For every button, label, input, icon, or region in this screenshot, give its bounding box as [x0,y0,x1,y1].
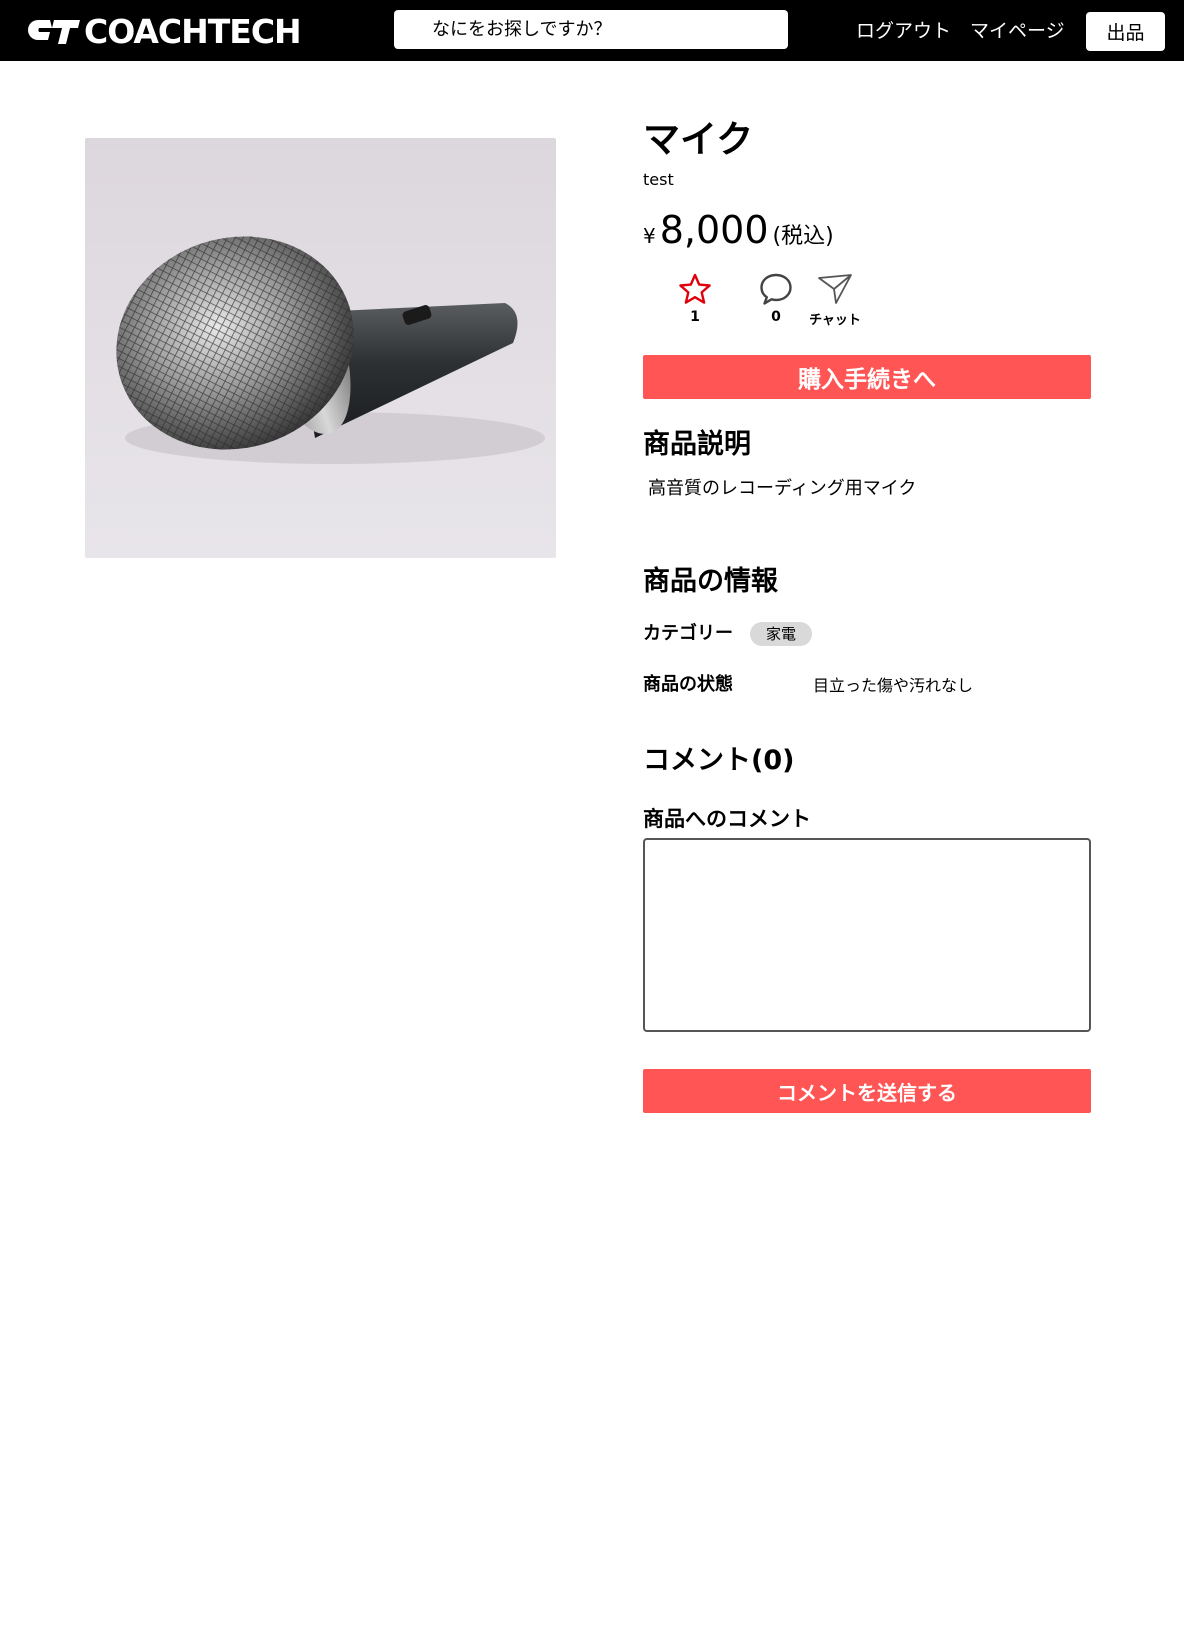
star-icon [679,273,711,304]
product-title: マイク [643,118,754,161]
category-label: カテゴリー [643,623,733,644]
product-image [85,138,556,558]
like-count: 1 [690,309,700,325]
microphone-image [116,236,545,464]
sell-button[interactable]: 出品 [1086,12,1165,51]
product-price: ¥ 8,000 (税込) [643,205,834,255]
chat-label: チャット [809,313,861,328]
logout-link[interactable]: ログアウト [856,18,951,44]
chat-button[interactable]: チャット [800,272,870,330]
ct-logo-mark-icon [28,20,80,44]
comment-textarea[interactable] [643,838,1091,1032]
coachtech-logo[interactable]: COACHTECH [28,12,302,52]
comment-count: 0 [771,309,781,325]
speech-bubble-icon [760,273,792,305]
comment-count-button[interactable]: 0 [755,272,797,326]
category-badge: 家電 [750,622,813,646]
logo-text: COACHTECH [84,12,302,51]
search-input[interactable] [394,10,788,49]
comments-heading: コメント(0) [643,745,795,776]
condition-value: 目立った傷や汚れなし [813,676,974,695]
purchase-button[interactable]: 購入手続きへ [643,355,1091,399]
comment-form-label: 商品へのコメント [643,807,811,831]
info-heading: 商品の情報 [643,566,778,597]
description-heading: 商品説明 [643,429,751,460]
send-plane-icon [818,274,852,304]
site-header: COACHTECH ログアウト マイページ 出品 [0,0,1184,61]
tax-note: (税込) [772,224,834,249]
condition-label: 商品の状態 [643,674,733,695]
description-text: 高音質のレコーディング用マイク [648,478,917,499]
currency-symbol: ¥ [643,224,656,248]
product-brand: test [643,170,674,189]
like-button[interactable]: 1 [674,272,716,326]
price-value: 8,000 [659,208,769,252]
mypage-link[interactable]: マイページ [970,18,1065,44]
submit-comment-button[interactable]: コメントを送信する [643,1069,1091,1113]
